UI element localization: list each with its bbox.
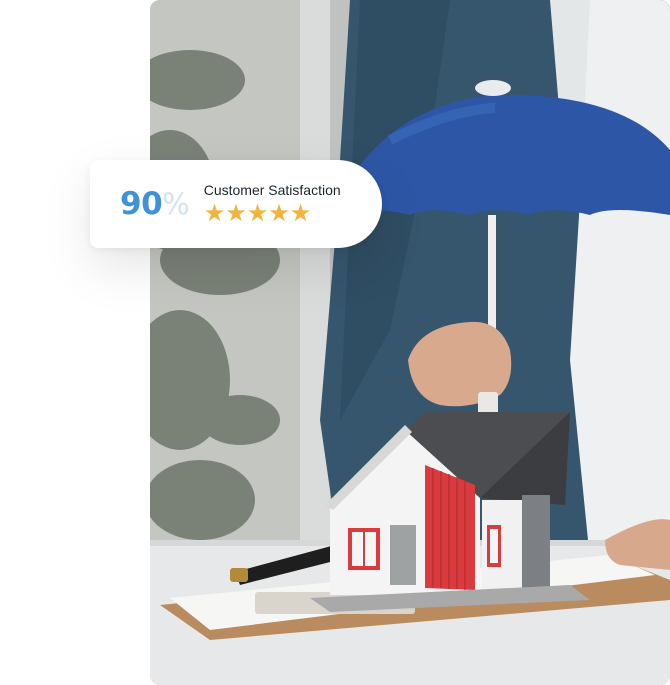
star-icon: ★ xyxy=(289,200,312,227)
star-icon: ★ xyxy=(268,200,290,227)
insurance-photo-illustration xyxy=(150,0,670,685)
customer-satisfaction-card: 90 % Customer Satisfaction ★ ★ ★ ★ ★ xyxy=(90,160,382,248)
percent-sign: % xyxy=(162,187,190,221)
hero-photo xyxy=(150,0,670,685)
star-rating: ★ ★ ★ ★ ★ xyxy=(204,202,341,226)
satisfaction-label: Customer Satisfaction xyxy=(203,182,341,198)
satisfaction-percentage: 90 % xyxy=(120,186,190,222)
star-icon: ★ xyxy=(225,200,247,227)
star-icon: ★ xyxy=(203,200,226,227)
star-icon: ★ xyxy=(246,200,269,227)
satisfaction-info: Customer Satisfaction ★ ★ ★ ★ ★ xyxy=(204,182,341,226)
percentage-value: 90 xyxy=(120,186,163,222)
